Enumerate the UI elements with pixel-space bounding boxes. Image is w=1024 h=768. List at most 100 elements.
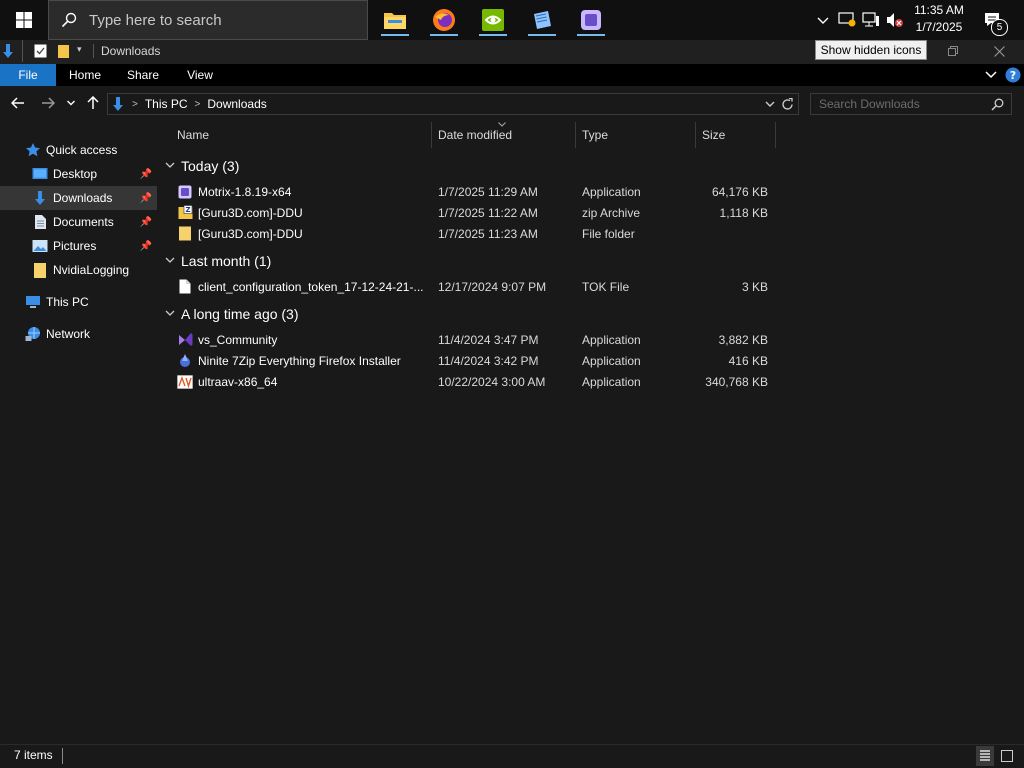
taskbar-motrix[interactable] — [571, 4, 611, 36]
group-header-long-ago[interactable]: A long time ago (3) — [165, 301, 1015, 327]
large-icons-view-button[interactable] — [998, 746, 1016, 766]
file-date: 1/7/2025 11:23 AM — [438, 226, 538, 241]
tab-file[interactable]: File — [0, 64, 56, 86]
file-row-ninite[interactable]: Ninite 7Zip Everything Firefox Installer… — [171, 350, 777, 371]
taskbar-notes-app[interactable] — [522, 4, 562, 36]
column-header-type[interactable]: Type — [576, 122, 695, 148]
group-label: A long time ago (3) — [181, 306, 299, 322]
pin-icon: 📌 — [139, 168, 152, 180]
restore-icon — [948, 46, 958, 56]
search-downloads-placeholder: Search Downloads — [819, 97, 920, 111]
properties-checkbox-icon[interactable] — [34, 44, 47, 58]
taskbar-search-placeholder: Type here to search — [89, 11, 222, 29]
expand-ribbon-button[interactable] — [982, 64, 1000, 86]
nav-item-downloads[interactable]: Downloads 📌 — [0, 186, 157, 210]
active-indicator — [430, 34, 458, 36]
tray-volume-icon[interactable] — [883, 0, 907, 40]
network-monitor-icon — [862, 12, 879, 27]
action-center-button[interactable]: 5 — [978, 0, 1008, 40]
qat-customize-icon[interactable]: ▾ — [77, 44, 82, 55]
chevron-down-icon — [67, 100, 75, 106]
nav-quick-access[interactable]: Quick access — [0, 138, 157, 162]
tab-share[interactable]: Share — [118, 64, 168, 86]
address-bar[interactable]: > This PC > Downloads — [107, 93, 799, 115]
file-type: Application — [582, 374, 641, 389]
help-button[interactable]: ? — [1004, 64, 1022, 86]
new-folder-icon[interactable] — [57, 44, 70, 58]
column-divider[interactable] — [775, 122, 776, 148]
notebook-icon — [534, 11, 551, 29]
breadcrumb-downloads[interactable]: Downloads — [207, 97, 266, 111]
tray-update-icon[interactable] — [836, 0, 858, 40]
file-name: [Guru3D.com]-DDU — [198, 205, 303, 220]
nav-item-nvidialogging[interactable]: NvidiaLogging — [0, 258, 157, 282]
file-type: Application — [582, 332, 641, 347]
file-row-motrix[interactable]: Motrix-1.8.19-x64 1/7/2025 11:29 AM Appl… — [171, 181, 777, 202]
nav-item-desktop[interactable]: Desktop 📌 — [0, 162, 157, 186]
group-header-last-month[interactable]: Last month (1) — [165, 248, 1015, 274]
nav-item-pictures[interactable]: Pictures 📌 — [0, 234, 157, 258]
address-dropdown-icon[interactable] — [765, 101, 775, 108]
refresh-icon[interactable] — [781, 97, 794, 111]
file-date: 10/22/2024 3:00 AM — [438, 374, 546, 389]
search-downloads-input[interactable]: Search Downloads — [810, 93, 1012, 115]
active-indicator — [528, 34, 556, 36]
chevron-down-icon — [165, 309, 181, 320]
recent-locations-button[interactable] — [62, 92, 80, 114]
breadcrumb-chevron-icon[interactable]: > — [132, 99, 138, 110]
taskbar-search-box[interactable]: Type here to search — [48, 0, 368, 40]
motrix-app-icon — [177, 184, 193, 200]
back-button[interactable] — [7, 92, 29, 114]
chevron-up-icon — [817, 17, 829, 24]
file-name: Ninite 7Zip Everything Firefox Installer — [198, 353, 401, 368]
column-header-name[interactable]: Name — [171, 122, 431, 148]
nav-label: Quick access — [46, 143, 118, 157]
svg-text:Z: Z — [185, 206, 190, 214]
file-row-ultraav[interactable]: ultraav-x86_64 10/22/2024 3:00 AM Applic… — [171, 371, 777, 392]
document-icon — [31, 213, 49, 231]
details-view-button[interactable] — [976, 746, 994, 766]
breadcrumb-chevron-icon[interactable]: > — [195, 99, 201, 110]
speaker-muted-icon — [887, 13, 903, 27]
group-header-today[interactable]: Today (3) — [165, 153, 1015, 179]
maximize-button[interactable] — [930, 40, 976, 62]
column-header-size[interactable]: Size — [696, 122, 775, 148]
taskbar-nvidia[interactable] — [473, 4, 513, 36]
chevron-down-icon — [165, 256, 181, 267]
active-indicator — [479, 34, 507, 36]
file-name: ultraav-x86_64 — [198, 374, 278, 389]
breadcrumb-this-pc[interactable]: This PC — [145, 97, 188, 111]
tray-network-icon[interactable] — [859, 0, 883, 40]
taskbar-firefox[interactable] — [424, 4, 464, 36]
start-button[interactable] — [0, 0, 48, 40]
nvidia-icon — [482, 9, 504, 31]
nav-network[interactable]: Network — [0, 322, 157, 346]
file-row-vs-community[interactable]: vs_Community 11/4/2024 3:47 PM Applicati… — [171, 329, 777, 350]
nav-this-pc[interactable]: This PC — [0, 290, 157, 314]
arrow-left-icon — [11, 97, 24, 109]
tab-home[interactable]: Home — [60, 64, 110, 86]
nav-label: Network — [46, 327, 91, 341]
folder-icon — [384, 13, 406, 29]
forward-button[interactable] — [37, 92, 59, 114]
chevron-down-icon — [985, 71, 997, 79]
file-row-ddu-folder[interactable]: [Guru3D.com]-DDU 1/7/2025 11:23 AM File … — [171, 223, 777, 244]
file-size: 3 KB — [741, 279, 768, 294]
file-row-ddu-zip[interactable]: Z [Guru3D.com]-DDU 1/7/2025 11:22 AM zip … — [171, 202, 777, 223]
taskbar-clock[interactable]: 11:35 AM 1/7/2025 — [906, 2, 972, 38]
close-button[interactable] — [976, 40, 1022, 62]
tab-view[interactable]: View — [176, 64, 224, 86]
nav-item-documents[interactable]: Documents 📌 — [0, 210, 157, 234]
nav-label: NvidiaLogging — [53, 263, 130, 277]
file-row-client-token[interactable]: client_configuration_token_17-12-24-21-.… — [171, 276, 777, 297]
file-name: Motrix-1.8.19-x64 — [198, 184, 292, 199]
folder-icon — [31, 261, 49, 279]
file-date: 1/7/2025 11:29 AM — [438, 184, 538, 199]
up-button[interactable] — [82, 92, 104, 114]
show-hidden-icons-button[interactable] — [812, 0, 834, 40]
nav-label: Documents — [53, 215, 114, 229]
taskbar-file-explorer[interactable] — [375, 4, 415, 36]
window-title: Downloads — [101, 44, 161, 58]
file-type: File folder — [582, 226, 635, 241]
file-size: 3,882 KB — [718, 332, 768, 347]
